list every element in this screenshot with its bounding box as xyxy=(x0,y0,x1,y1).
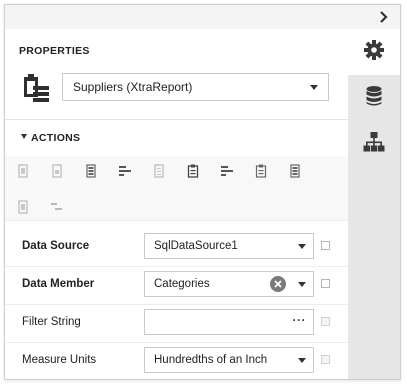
actions-toolbar xyxy=(5,156,348,220)
insert-detail-icon[interactable] xyxy=(13,161,33,181)
data-source-label: Data Source xyxy=(22,240,90,252)
row-separator xyxy=(5,220,348,221)
row-separator xyxy=(5,266,348,267)
properties-tab[interactable] xyxy=(348,29,400,75)
band-icon[interactable] xyxy=(285,161,305,181)
align-left-icon[interactable] xyxy=(115,161,135,181)
panel-tab-strip xyxy=(348,29,400,379)
actions-section-title: ACTIONS xyxy=(31,132,81,144)
report-selector[interactable]: Suppliers (XtraReport) xyxy=(62,73,329,101)
filter-string-checkbox xyxy=(321,317,330,326)
align-icon[interactable] xyxy=(217,161,237,181)
clear-icon[interactable] xyxy=(270,276,286,292)
properties-panel: PROPERTIES Suppliers (XtraReport) ACTION… xyxy=(4,4,401,380)
field-list-tab[interactable] xyxy=(348,75,400,121)
properties-content: PROPERTIES Suppliers (XtraReport) ACTION… xyxy=(5,29,348,379)
measure-units-dropdown[interactable]: Hundredths of an Inch xyxy=(144,347,314,373)
measure-units-checkbox xyxy=(321,355,330,364)
report-clipboard-icon xyxy=(23,74,51,104)
data-member-label: Data Member xyxy=(22,278,95,290)
report-selector-value: Suppliers (XtraReport) xyxy=(73,80,193,94)
ellipsis-button[interactable]: ··· xyxy=(293,310,307,330)
data-member-value: Categories xyxy=(154,278,210,290)
gear-icon xyxy=(363,39,385,66)
row-separator xyxy=(5,342,348,343)
sub-band-icon[interactable] xyxy=(47,197,67,217)
data-member-checkbox[interactable] xyxy=(321,279,330,288)
chevron-down-icon xyxy=(298,282,306,287)
chevron-down-icon xyxy=(298,358,306,363)
edit-report-icon[interactable] xyxy=(183,161,203,181)
data-source-value: SqlDataSource1 xyxy=(154,240,238,252)
data-member-dropdown[interactable]: Categories xyxy=(144,271,314,297)
data-source-checkbox[interactable] xyxy=(321,241,330,250)
panel-title: PROPERTIES xyxy=(19,45,90,57)
document-icon[interactable] xyxy=(149,161,169,181)
filter-string-field[interactable]: ··· xyxy=(144,309,314,335)
hierarchy-icon xyxy=(363,131,385,158)
row-separator xyxy=(5,304,348,305)
panel-top-bar xyxy=(5,5,400,30)
data-source-dropdown[interactable]: SqlDataSource1 xyxy=(144,233,314,259)
clipboard-icon[interactable] xyxy=(251,161,271,181)
layout-icon[interactable] xyxy=(13,197,33,217)
collapse-arrow-icon xyxy=(21,134,27,139)
insert-band-icon[interactable] xyxy=(81,161,101,181)
chevron-down-icon xyxy=(298,244,306,249)
measure-units-label: Measure Units xyxy=(22,354,97,366)
insert-group-icon[interactable] xyxy=(47,161,67,181)
database-icon xyxy=(365,85,383,112)
report-explorer-tab[interactable] xyxy=(348,121,400,167)
chevron-right-icon[interactable] xyxy=(378,10,390,24)
actions-section-header[interactable]: ACTIONS xyxy=(5,120,348,156)
filter-string-label: Filter String xyxy=(22,316,81,328)
measure-units-value: Hundredths of an Inch xyxy=(154,354,268,366)
chevron-down-icon xyxy=(310,85,318,90)
